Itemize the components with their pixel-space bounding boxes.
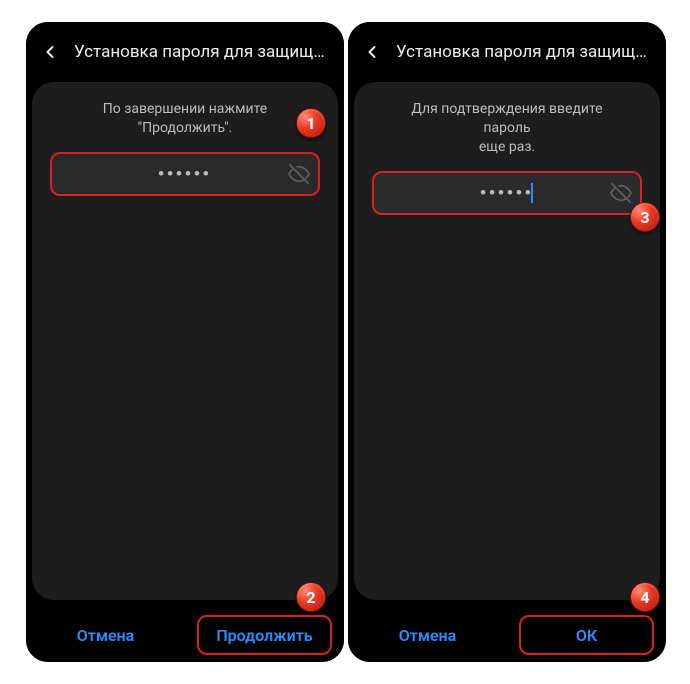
eye-off-icon[interactable]	[288, 163, 310, 185]
text-cursor	[531, 183, 533, 203]
password-input[interactable]	[374, 183, 640, 203]
password-input[interactable]	[52, 164, 318, 184]
password-field-highlight	[50, 152, 320, 196]
callout-badge-4: 4	[630, 582, 660, 612]
titlebar: Установка пароля для защищен…	[26, 22, 344, 82]
action-bar: Отмена ОК	[348, 608, 666, 662]
phone-screen-2: Установка пароля для защищен… Для подтве…	[348, 22, 666, 662]
content-panel: Для подтверждения введите пароль еще раз…	[354, 82, 660, 600]
action-bar: Отмена Продолжить	[26, 608, 344, 662]
titlebar: Установка пароля для защищен…	[348, 22, 666, 82]
page-title: Установка пароля для защищен…	[396, 42, 652, 62]
continue-button[interactable]: Продолжить	[185, 608, 344, 662]
back-icon[interactable]	[362, 42, 382, 62]
page-title: Установка пароля для защищен…	[74, 42, 330, 62]
cancel-button[interactable]: Отмена	[348, 608, 507, 662]
callout-badge-2: 2	[296, 582, 326, 612]
content-panel: По завершении нажмите "Продолжить".	[32, 82, 338, 600]
ok-button[interactable]: ОК	[507, 608, 666, 662]
instruction-text: По завершении нажмите "Продолжить".	[42, 100, 328, 138]
callout-badge-3: 3	[630, 202, 660, 232]
eye-off-icon[interactable]	[610, 182, 632, 204]
instruction-text: Для подтверждения введите пароль еще раз…	[364, 100, 650, 157]
back-icon[interactable]	[40, 42, 60, 62]
cancel-button[interactable]: Отмена	[26, 608, 185, 662]
password-field-highlight	[372, 171, 642, 215]
callout-badge-1: 1	[296, 108, 326, 138]
tutorial-composite: Установка пароля для защищен… По заверше…	[0, 0, 690, 684]
